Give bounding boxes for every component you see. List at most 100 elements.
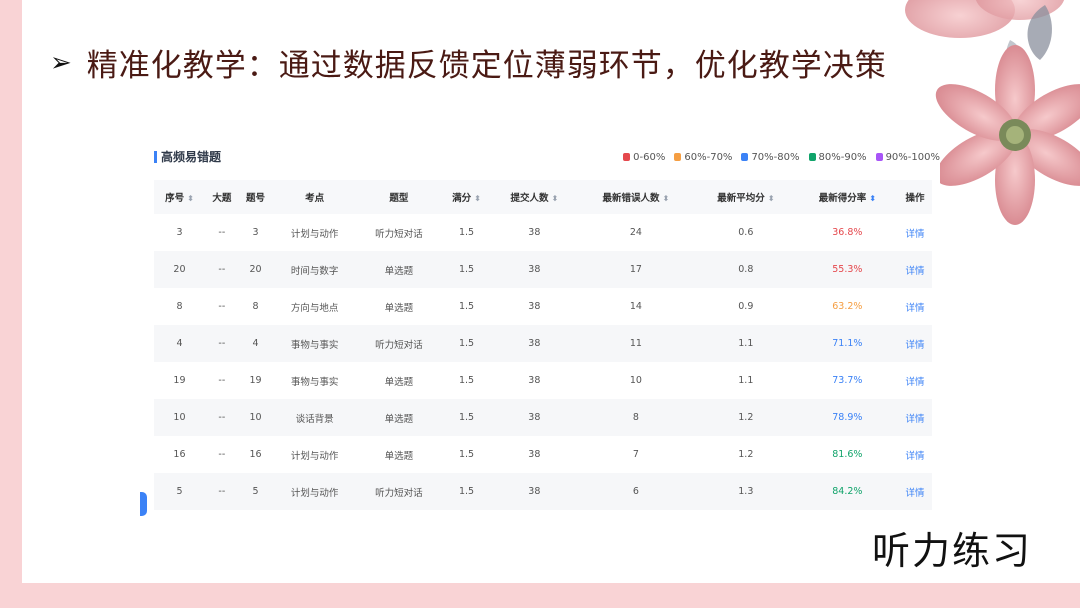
cell-point: 时间与数字	[272, 251, 357, 288]
arrow-bullet-icon: ➢	[50, 47, 73, 78]
column-header-point: 考点	[272, 180, 357, 214]
cell-section: --	[204, 325, 239, 362]
cell-rate: 73.7%	[832, 375, 863, 386]
cell-point: 事物与事实	[290, 376, 339, 388]
cell-num: 19	[249, 375, 262, 386]
details-link[interactable]: 详情	[898, 325, 932, 362]
cell-avg: 1.3	[695, 473, 797, 510]
cell-submit: 38	[492, 251, 577, 288]
legend-swatch-icon	[623, 153, 631, 161]
column-header-type: 题型	[356, 180, 442, 214]
cell-wrong: 6	[576, 473, 696, 510]
cell-submit: 38	[528, 375, 541, 386]
cell-section: --	[218, 449, 226, 460]
sort-icon[interactable]: ⬍	[551, 194, 558, 203]
legend-item: 80%-90%	[808, 152, 867, 163]
cell-point: 事物与事实	[272, 325, 357, 362]
cell-point: 计划与动作	[290, 450, 339, 462]
details-link[interactable]: 详情	[898, 436, 932, 473]
sort-icon[interactable]: ⬍	[869, 194, 876, 203]
sort-icon[interactable]: ⬍	[768, 194, 775, 203]
cell-full: 1.5	[458, 301, 475, 312]
cell-wrong: 24	[629, 227, 642, 238]
details-link[interactable]: 详情	[898, 473, 932, 510]
rate-legend: 0-60% 60%-70% 70%-80% 80%-90% 90%-100%	[623, 152, 940, 163]
cell-avg: 0.6	[738, 227, 754, 238]
cell-section: --	[204, 473, 239, 510]
column-header-num: 题号	[238, 180, 273, 214]
table-header-row: 序号 ⬍ 大题 题号 考点 题型 满分 ⬍ 提交人数 ⬍ 最新错误人数 ⬍ 最新平均分 ⬍ 最新得分率 ⬍ 操作	[154, 180, 932, 214]
cell-num: 4	[238, 325, 273, 362]
legend-item: 90%-100%	[875, 151, 940, 163]
cell-seq: 16	[173, 449, 186, 460]
cell-full: 1.5	[441, 399, 492, 436]
column-header-submit[interactable]: 提交人数 ⬍	[492, 180, 577, 214]
cell-num: 16	[249, 449, 262, 460]
cell-point: 方向与地点	[290, 302, 339, 314]
side-tab-handle[interactable]	[140, 492, 147, 516]
cell-seq: 10	[154, 399, 205, 436]
legend-label: 0-60%	[633, 151, 666, 163]
column-header-full[interactable]: 满分 ⬍	[441, 180, 492, 214]
column-header-label: 考点	[305, 193, 325, 204]
cell-full: 1.5	[458, 449, 475, 460]
details-link[interactable]: 详情	[898, 362, 932, 399]
cell-wrong: 11	[576, 325, 696, 362]
column-header-label: 大题	[212, 193, 232, 204]
legend-item: 60%-70%	[674, 152, 732, 163]
legend-swatch-icon	[808, 153, 816, 161]
cell-type: 单选题	[384, 450, 414, 462]
cell-type: 单选题	[384, 376, 414, 388]
column-header-avg[interactable]: 最新平均分 ⬍	[695, 180, 797, 214]
sort-icon[interactable]: ⬍	[663, 194, 670, 203]
cell-type: 单选题	[356, 251, 442, 288]
table-row: 20 -- 20 时间与数字 单选题 1.5 38 17 0.8 55.3% 详情	[154, 251, 932, 288]
legend-label: 60%-70%	[684, 151, 733, 163]
cell-full: 1.5	[441, 325, 492, 362]
cell-num: 20	[238, 251, 273, 288]
cell-section: --	[204, 399, 239, 436]
cell-submit: 38	[528, 449, 541, 460]
cell-num: 5	[238, 473, 273, 510]
column-header-label: 满分	[452, 193, 472, 204]
cell-seq: 5	[154, 473, 205, 510]
column-header-rate[interactable]: 最新得分率 ⬍	[796, 180, 899, 214]
column-header-wrong[interactable]: 最新错误人数 ⬍	[576, 180, 696, 214]
column-header-label: 题型	[389, 193, 409, 204]
cell-wrong: 10	[629, 375, 642, 386]
cell-rate: 63.2%	[832, 301, 863, 312]
cell-rate: 84.2%	[796, 473, 899, 510]
table-row: 19 -- 19 事物与事实 单选题 1.5 38 10 1.1 73.7% 详情	[154, 362, 932, 399]
slide-heading: ➢ 精准化教学：通过数据反馈定位薄弱环节，优化教学决策	[50, 40, 887, 85]
legend-label: 90%-100%	[885, 151, 940, 163]
details-link[interactable]: 详情	[898, 288, 932, 325]
cell-rate: 78.9%	[796, 399, 899, 436]
details-link[interactable]: 详情	[898, 399, 932, 436]
cell-rate: 81.6%	[832, 449, 863, 460]
cell-section: --	[204, 251, 239, 288]
cell-type: 听力短对话	[375, 228, 423, 240]
sort-icon[interactable]: ⬍	[474, 194, 481, 203]
cell-type: 单选题	[356, 399, 442, 436]
cell-seq: 19	[173, 375, 186, 386]
footer-caption: 听力练习	[871, 529, 1032, 573]
cell-point: 计划与动作	[290, 228, 339, 240]
table-row: 4 -- 4 事物与事实 听力短对话 1.5 38 11 1.1 71.1% 详情	[154, 325, 932, 362]
column-header-label: 操作	[905, 193, 925, 204]
cell-wrong: 17	[576, 251, 696, 288]
column-header-seq[interactable]: 序号 ⬍	[154, 180, 205, 214]
column-header-label: 题号	[246, 193, 266, 204]
cell-rate: 55.3%	[796, 251, 899, 288]
details-link[interactable]: 详情	[898, 251, 932, 288]
cell-submit: 38	[492, 325, 577, 362]
sort-icon[interactable]: ⬍	[187, 194, 194, 203]
cell-avg: 1.1	[695, 325, 797, 362]
error-question-panel: 高频易错题 0-60% 60%-70% 70%-80% 80%-90% 90%-100%…	[140, 138, 940, 516]
slide: ➢ 精准化教学：通过数据反馈定位薄弱环节，优化教学决策 高频易错题 0-60% …	[22, 0, 1080, 583]
cell-wrong: 8	[576, 399, 696, 436]
legend-item: 0-60%	[623, 152, 665, 163]
cell-submit: 38	[528, 301, 541, 312]
error-question-table: 序号 ⬍ 大题 题号 考点 题型 满分 ⬍ 提交人数 ⬍ 最新错误人数 ⬍ 最新平均分 ⬍ 最新得分率 ⬍ 操作…	[154, 180, 932, 510]
details-link[interactable]: 详情	[898, 214, 932, 251]
cell-submit: 38	[492, 399, 577, 436]
